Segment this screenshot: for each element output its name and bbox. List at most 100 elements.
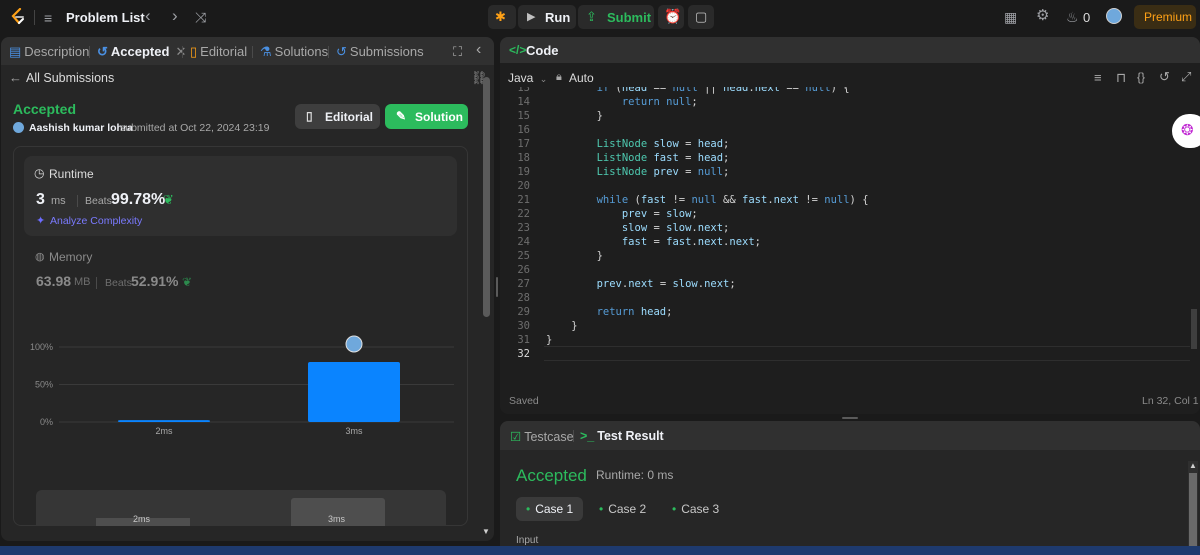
format-icon[interactable]: ≡ [1094, 70, 1102, 85]
scrollbar-thumb[interactable] [483, 77, 490, 317]
case-tab-2[interactable]: • Case 2 [589, 497, 656, 521]
tab-description[interactable]: ▤ Description [9, 44, 89, 60]
runtime-distribution-chart[interactable]: 100% 50% 0% 2ms 3ms [14, 327, 467, 467]
gear-icon[interactable]: ⚙ [1036, 8, 1049, 24]
cursor-position: Ln 32, Col 1 [1142, 395, 1199, 407]
scroll-up-icon[interactable]: ▲ [1189, 461, 1197, 470]
runtime-card[interactable]: ◷ Runtime 3 ms Beats 99.78% ❦ ✦ Analyze … [24, 156, 457, 236]
editorial-button[interactable]: ▯ Editorial [295, 104, 380, 129]
run-button[interactable]: ▶ Run [518, 5, 576, 29]
tab-label: Submissions [349, 44, 424, 59]
language-select[interactable]: Java ⌄ [508, 71, 547, 85]
timer-button[interactable]: ⏰ [658, 5, 684, 29]
submitter-name[interactable]: Aashish kumar lohra [29, 122, 133, 134]
x-tick-label: 3ms [345, 426, 363, 436]
pass-dot-icon: • [599, 502, 604, 516]
flask-icon: ⚗ [260, 44, 272, 59]
horizontal-splitter[interactable] [500, 414, 1200, 421]
run-label: Run [545, 10, 571, 25]
scroll-down-icon[interactable]: ▼ [482, 527, 490, 536]
ai-assistant-button[interactable]: ❂ [1172, 114, 1200, 148]
memory-card[interactable]: ◍ Memory 63.98 MB Beats 52.91% ❦ [24, 247, 457, 297]
mode-label[interactable]: Auto [569, 71, 594, 85]
sparkle-icon: ✦ [36, 215, 46, 227]
avatar[interactable] [1106, 8, 1122, 24]
tab-test-result[interactable]: >_ Test Result [580, 429, 664, 443]
tab-testcase[interactable]: ☑ Testcase [510, 429, 574, 444]
problem-list-link[interactable]: Problem List [66, 10, 145, 25]
test-scrollbar[interactable]: ▲ [1188, 461, 1198, 555]
tab-label: Description [24, 44, 90, 59]
book-icon: ▯ [306, 109, 313, 123]
next-problem-icon[interactable]: › [172, 7, 178, 24]
pass-dot-icon: • [672, 502, 677, 516]
play-icon: ▶ [527, 11, 536, 23]
submission-panel: ▤ Description ↺ Accepted ✕ ▯ Editorial ⚗ Solu… [1, 37, 494, 541]
submit-label: Submit [607, 10, 652, 25]
test-tab-bar: ☑ Testcase >_ Test Result [500, 421, 1200, 450]
mini-label: 3ms [328, 514, 346, 524]
case-label: Case 2 [608, 502, 647, 516]
prev-problem-icon[interactable]: ‹ [145, 7, 151, 24]
case-tab-1[interactable]: • Case 1 [516, 497, 584, 521]
tab-label: Editorial [200, 44, 248, 59]
expand-icon[interactable]: ⤢ [1181, 69, 1191, 85]
fire-icon[interactable]: ♨ [1066, 9, 1079, 25]
upload-cloud-icon: ⇪ [586, 9, 597, 24]
current-line-highlight [544, 346, 1190, 361]
runtime-title: Runtime [49, 167, 94, 181]
divider [34, 10, 35, 25]
x-tick-label: 2ms [155, 426, 173, 436]
list-icon[interactable]: ≡ [44, 10, 52, 26]
history-icon: ↺ [97, 44, 108, 59]
scrollbar-thumb[interactable] [1189, 473, 1197, 555]
bug-icon: ✱ [495, 9, 506, 24]
stats-container: ◷ Runtime 3 ms Beats 99.78% ❦ ✦ Analyze … [13, 146, 468, 526]
shuffle-icon[interactable]: ⤨ [195, 9, 206, 25]
fullscreen-icon[interactable]: ⛶ [453, 44, 462, 60]
tab-label: Solutions [274, 44, 329, 59]
solution-button[interactable]: ✎ Solution [385, 104, 468, 129]
braces-icon[interactable]: {} [1137, 70, 1145, 84]
tab-submissions[interactable]: ↺ Submissions [336, 44, 424, 60]
streak-count: 0 [1083, 10, 1091, 25]
y-tick-label: 0% [40, 417, 53, 427]
tab-solutions[interactable]: ⚗ Solutions [260, 44, 328, 60]
alarm-icon: ⏰ [664, 8, 682, 24]
memory-beats-value: 52.91% [131, 273, 179, 289]
top-bar: ≡ Problem List ‹ › ⤨ ✱ ▶ Run ⇪ Submit ⏰ … [0, 0, 1200, 35]
divider [182, 46, 183, 58]
mini-chart[interactable]: 2ms 3ms [36, 490, 446, 526]
code-panel: </> Code Java ⌄ 🔒︎ Auto ≡ ⊓ {} ↺ ⤢ 13 if… [500, 37, 1200, 414]
tab-label: Test Result [597, 429, 664, 443]
scrollbar-thumb[interactable] [1191, 309, 1197, 349]
notes-button[interactable]: ▢ [688, 5, 714, 29]
submit-button[interactable]: ⇪ Submit [578, 5, 654, 29]
reset-icon[interactable]: ↺ [1159, 69, 1170, 85]
tab-accepted[interactable]: ↺ Accepted ✕ [97, 44, 186, 60]
bookmark-icon[interactable]: ⊓ [1116, 70, 1126, 86]
memory-value: 63.98 [36, 273, 72, 289]
mini-label: 2ms [133, 514, 151, 524]
leetcode-logo[interactable] [10, 7, 26, 26]
collapse-icon[interactable]: ‹ [476, 41, 481, 59]
divider [328, 46, 329, 58]
memory-unit: MB [74, 276, 91, 288]
layout-icon[interactable]: ▦ [1004, 9, 1017, 25]
premium-button[interactable]: Premium [1134, 5, 1196, 29]
debug-button[interactable]: ✱ [488, 5, 516, 29]
memory-title: Memory [49, 250, 93, 264]
runtime-value: 3 [36, 191, 45, 208]
case-tab-3[interactable]: • Case 3 [662, 497, 729, 521]
tab-editorial[interactable]: ▯ Editorial [190, 44, 247, 60]
code-editor[interactable]: 13 if (head == null || head.next == null… [500, 87, 1190, 387]
language-value: Java [508, 71, 534, 85]
back-arrow-icon[interactable]: ← [9, 70, 22, 85]
scrollbar-track[interactable]: ▼ [482, 77, 490, 537]
runtime-beats-value: 99.78% [111, 191, 166, 208]
all-submissions-link[interactable]: All Submissions [26, 71, 114, 85]
book-icon: ▯ [190, 44, 198, 59]
case-label: Case 3 [681, 502, 720, 516]
analyze-complexity-link[interactable]: Analyze Complexity [50, 215, 142, 227]
close-icon[interactable]: ✕ [175, 44, 186, 59]
